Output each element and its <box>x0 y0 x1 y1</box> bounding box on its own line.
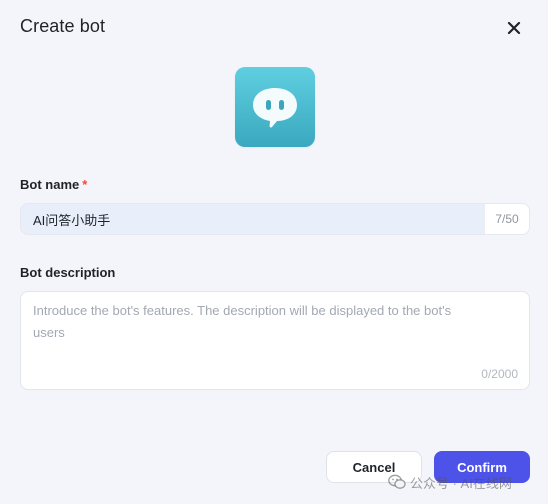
bot-name-counter: 7/50 <box>484 204 529 234</box>
required-mark: * <box>82 177 88 192</box>
bot-name-label: Bot name * <box>20 177 87 192</box>
wechat-icon <box>388 474 406 489</box>
bot-description-field: 0/2000 <box>20 291 530 390</box>
bot-avatar[interactable] <box>235 67 315 147</box>
create-bot-dialog: Create bot Bot name* 7/50 Bot descriptio… <box>0 0 548 504</box>
bot-description-counter: 0/2000 <box>481 367 518 381</box>
bot-description-label: Bot description <box>20 265 116 280</box>
close-icon <box>507 21 521 35</box>
bot-name-field: 7/50 <box>20 203 530 235</box>
dialog-title: Create bot <box>20 16 106 36</box>
dialog-header: Create bot <box>20 14 528 42</box>
bot-name-input[interactable] <box>21 204 485 234</box>
bot-description-input[interactable] <box>21 292 491 370</box>
bot-name-label-text: Bot name <box>20 177 80 192</box>
close-button[interactable] <box>500 14 528 42</box>
watermark-text: 公众号 · AI在线网 <box>410 475 512 491</box>
watermark: 公众号 · AI在线网 <box>388 472 512 492</box>
chat-bubble-face-icon <box>253 88 297 128</box>
